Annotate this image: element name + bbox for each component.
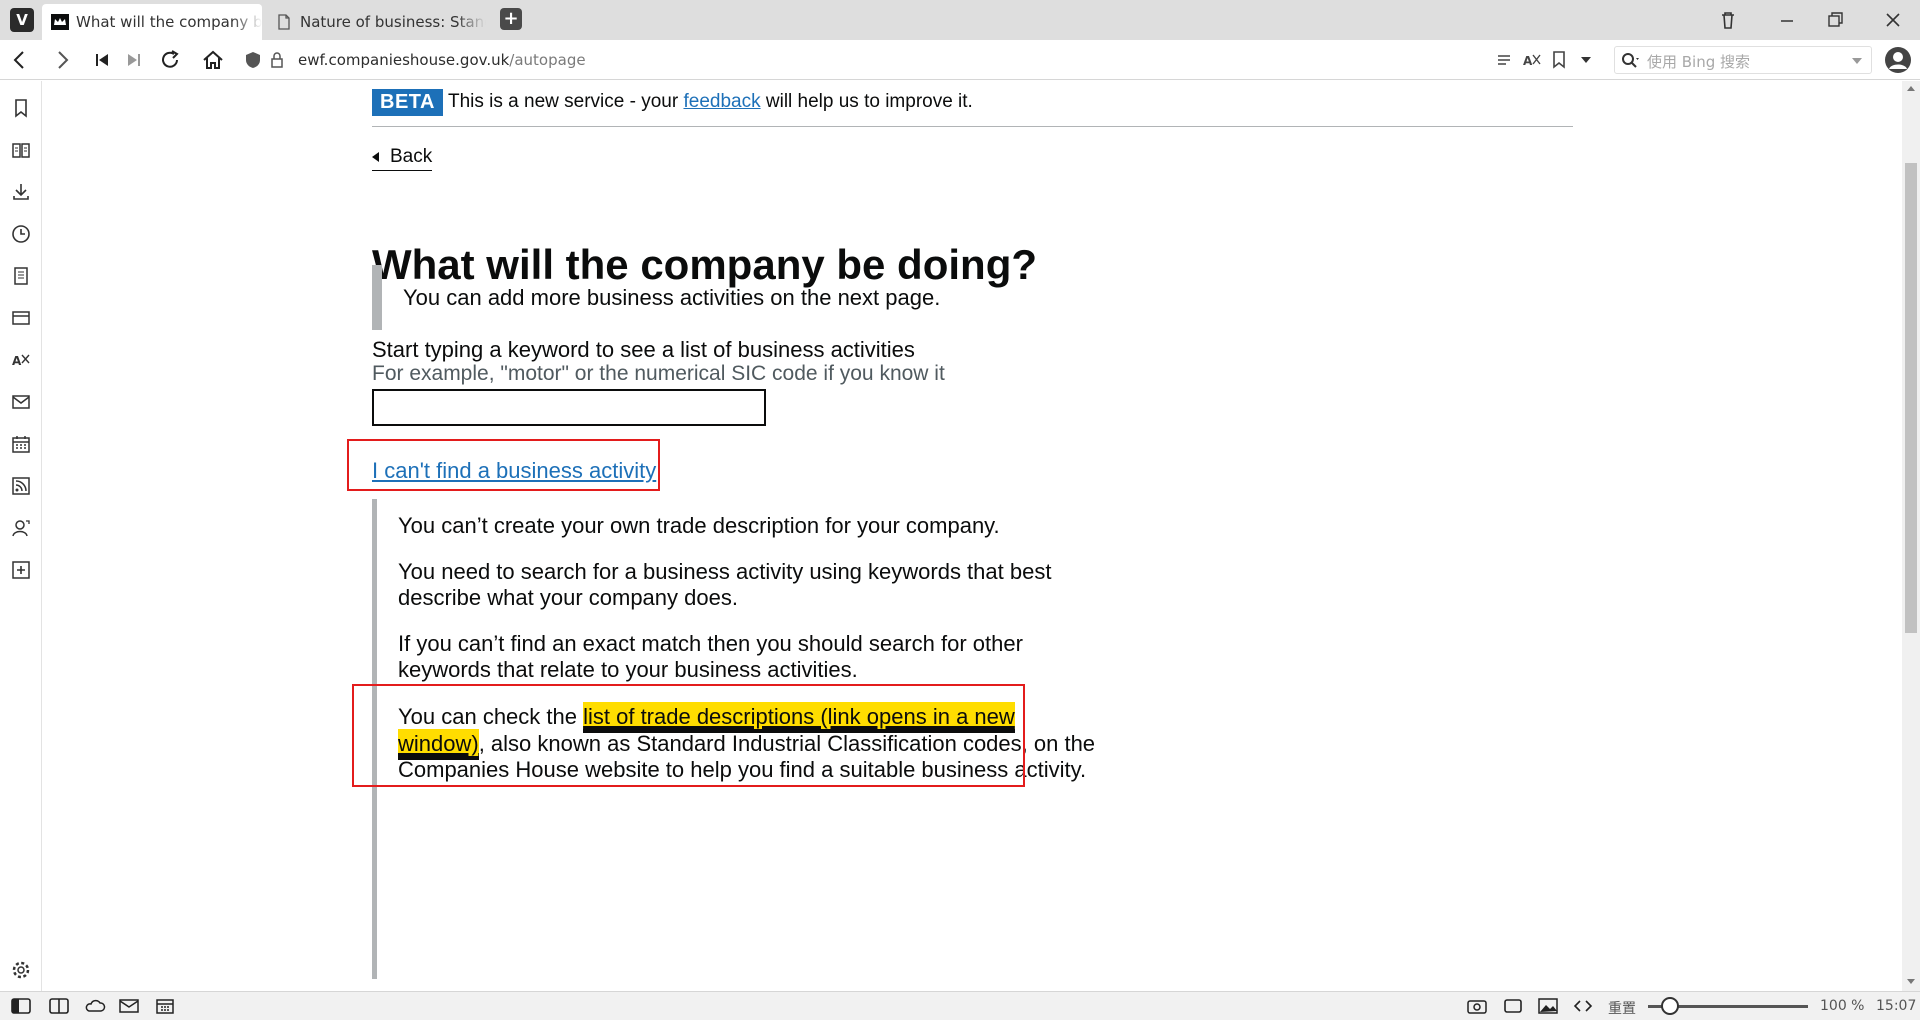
details-paragraph-2-line-2: describe what your company does. bbox=[398, 585, 738, 610]
scrollbar-thumb[interactable] bbox=[1905, 163, 1917, 633]
feeds-icon[interactable] bbox=[10, 475, 32, 497]
scroll-down-icon[interactable] bbox=[1906, 978, 1916, 986]
page-scrollbar[interactable] bbox=[1902, 81, 1920, 991]
tab-active[interactable]: What will the company be doing? bbox=[42, 4, 262, 40]
dropdown-arrow-icon[interactable] bbox=[1580, 55, 1592, 65]
scroll-up-icon[interactable] bbox=[1906, 84, 1916, 92]
url-field[interactable]: ewf.companieshouse.gov.uk/autopage A bbox=[240, 46, 1602, 74]
reload-icon[interactable] bbox=[159, 49, 183, 71]
side-panel: A bbox=[0, 81, 42, 991]
add-panel-icon[interactable] bbox=[10, 559, 32, 581]
window-icon[interactable] bbox=[1502, 997, 1524, 1015]
shield-icon[interactable] bbox=[245, 51, 261, 69]
svg-text:A: A bbox=[1523, 54, 1533, 68]
sync-icon[interactable] bbox=[84, 997, 106, 1015]
phase-banner-text: This is a new service - your feedback wi… bbox=[448, 91, 973, 113]
panel-toggle-icon[interactable] bbox=[10, 997, 32, 1015]
tab-bar: V What will the company be doing? Nature… bbox=[0, 0, 1920, 40]
feedback-link[interactable]: feedback bbox=[683, 91, 760, 112]
bookmarks-icon[interactable] bbox=[10, 97, 32, 119]
reading-list-icon[interactable] bbox=[10, 139, 32, 161]
reader-view-icon[interactable] bbox=[1496, 52, 1512, 68]
cant-find-business-activity-link[interactable]: I can't find a business activity bbox=[372, 458, 656, 484]
rewind-icon[interactable] bbox=[90, 49, 114, 71]
field-hint: For example, "motor" or the numerical SI… bbox=[372, 362, 945, 385]
close-icon[interactable] bbox=[1878, 6, 1908, 34]
code-icon[interactable] bbox=[1572, 997, 1594, 1015]
bookmark-icon[interactable] bbox=[1552, 51, 1566, 69]
status-bar: 重置 100 % 15:07 bbox=[0, 991, 1920, 1020]
minimize-icon[interactable] bbox=[1772, 6, 1802, 34]
inset-text-content: You can add more business activities on … bbox=[403, 285, 941, 310]
beta-tag: BETA bbox=[372, 89, 443, 116]
zoom-level: 100 % bbox=[1820, 998, 1865, 1014]
field-label: Start typing a keyword to see a list of … bbox=[372, 337, 915, 362]
capture-icon[interactable] bbox=[1466, 997, 1488, 1015]
notes-icon[interactable] bbox=[10, 265, 32, 287]
calendar-status-icon[interactable] bbox=[154, 997, 176, 1015]
calendar-icon[interactable] bbox=[10, 433, 32, 455]
mail-status-icon[interactable] bbox=[118, 997, 140, 1015]
banner-text-before: This is a new service - your bbox=[448, 91, 684, 112]
restore-icon[interactable] bbox=[1820, 6, 1850, 34]
svg-text:A: A bbox=[12, 354, 22, 368]
search-dropdown-icon[interactable] bbox=[1851, 56, 1863, 66]
inset-text: You can add more business activities on … bbox=[372, 265, 972, 330]
lock-icon bbox=[271, 52, 283, 68]
image-icon[interactable] bbox=[1537, 997, 1559, 1015]
banner-text-after: will help us to improve it. bbox=[760, 91, 973, 112]
trash-icon[interactable] bbox=[1713, 6, 1743, 34]
search-field[interactable]: 使用 Bing 搜索 bbox=[1614, 46, 1872, 74]
mail-icon[interactable] bbox=[10, 391, 32, 413]
search-placeholder: 使用 Bing 搜索 bbox=[1647, 53, 1751, 71]
details-paragraph-3-line-2: keywords that relate to your business ac… bbox=[398, 657, 858, 682]
business-activity-input[interactable] bbox=[372, 389, 766, 426]
address-bar: ewf.companieshouse.gov.uk/autopage A 使用 … bbox=[0, 40, 1920, 80]
search-engine-icon[interactable] bbox=[1621, 52, 1641, 70]
clock-time: 15:07 bbox=[1876, 998, 1917, 1014]
fast-forward-icon[interactable] bbox=[122, 49, 146, 71]
back-arrow-icon[interactable] bbox=[8, 49, 32, 71]
forward-arrow-icon[interactable] bbox=[50, 49, 74, 71]
tab-inactive[interactable]: Nature of business: Standard bbox=[266, 4, 486, 40]
zoom-reset-label[interactable]: 重置 bbox=[1608, 998, 1636, 1018]
vivaldi-menu-icon[interactable]: V bbox=[10, 8, 34, 32]
profile-avatar-icon[interactable] bbox=[1884, 46, 1912, 74]
contacts-icon[interactable] bbox=[10, 517, 32, 539]
page-icon bbox=[278, 14, 290, 30]
new-tab-button[interactable]: + bbox=[500, 8, 522, 30]
companies-house-favicon-icon bbox=[51, 14, 69, 30]
history-icon[interactable] bbox=[10, 223, 32, 245]
back-link[interactable]: Back bbox=[372, 146, 433, 171]
details-paragraph-1: You can’t create your own trade descript… bbox=[398, 513, 1000, 538]
tab-tiling-icon[interactable] bbox=[48, 997, 70, 1015]
page-content: BETA This is a new service - your feedba… bbox=[43, 81, 1902, 991]
url-path: /autopage bbox=[509, 51, 586, 69]
translate-icon[interactable]: A bbox=[1523, 51, 1541, 69]
url-domain: ewf.companieshouse.gov.uk bbox=[298, 51, 510, 69]
home-icon[interactable] bbox=[201, 49, 225, 71]
phase-banner: BETA This is a new service - your feedba… bbox=[372, 89, 1573, 127]
downloads-icon[interactable] bbox=[10, 181, 32, 203]
annotation-box-trade-descriptions bbox=[352, 684, 1025, 787]
window-panel-icon[interactable] bbox=[10, 307, 32, 329]
settings-icon[interactable] bbox=[10, 959, 32, 981]
translate-panel-icon[interactable]: A bbox=[10, 349, 32, 371]
zoom-slider-thumb[interactable] bbox=[1661, 997, 1679, 1015]
